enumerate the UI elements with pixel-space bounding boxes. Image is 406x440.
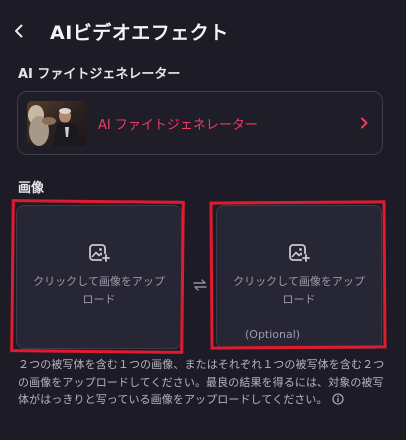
- upload-1-text: クリックして画像をアップロード: [33, 275, 165, 306]
- effect-section-label: AI ファイトジェネレーター: [18, 67, 181, 82]
- help-text-content: ２つの被写体を含む１つの画像、またはそれぞれ１つの被写体を含む２つの画像をアップ…: [18, 358, 385, 406]
- upload-image-1[interactable]: クリックして画像をアップロード: [16, 205, 182, 349]
- image-add-icon: [89, 244, 110, 262]
- info-icon[interactable]: [332, 393, 344, 405]
- back-button[interactable]: [14, 17, 36, 45]
- selected-effect-name: AI ファイトジェネレーター: [98, 117, 258, 133]
- header: AIビデオエフェクト: [14, 15, 229, 47]
- chevron-right-icon: [361, 117, 368, 129]
- fight-scene-thumbnail: [27, 100, 87, 146]
- image-section-label: 画像: [18, 181, 45, 196]
- help-text: ２つの被写体を含む１つの画像、またはそれぞれ１つの被写体を含む２つの画像をアップ…: [18, 356, 390, 409]
- swap-icon[interactable]: [192, 278, 208, 292]
- upload-2-text: クリックして画像をアップロード: [233, 275, 365, 306]
- optional-label: (Optional): [245, 328, 301, 341]
- image-add-icon: [289, 244, 310, 262]
- page-title: AIビデオエフェクト: [50, 21, 229, 44]
- chevron-left-icon: [15, 24, 23, 38]
- upload-image-2[interactable]: クリックして画像をアップロード (Optional): [216, 205, 382, 349]
- effect-selector[interactable]: AI ファイトジェネレーター: [17, 91, 383, 155]
